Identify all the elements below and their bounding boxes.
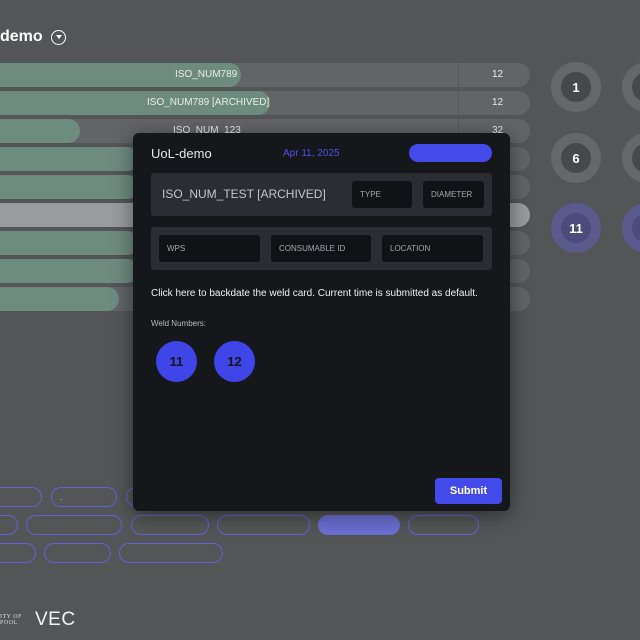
- iso-row-label: ISO_NUM789: [175, 69, 238, 80]
- iso-details-group: ISO_NUM_TEST [ARCHIVED] TYPE DIAMETER: [151, 173, 492, 216]
- weld-circle-number: 11: [561, 213, 591, 243]
- backdate-link[interactable]: Click here to backdate the weld card. Cu…: [151, 288, 478, 299]
- filter-pill[interactable]: [408, 515, 479, 535]
- iso-row[interactable]: ISO_NUM789 12: [0, 63, 530, 87]
- weld-details-group: WPS CONSUMABLE ID LOCATION: [151, 227, 492, 270]
- location-field[interactable]: LOCATION: [382, 235, 483, 262]
- wps-field[interactable]: WPS: [159, 235, 260, 262]
- weld-circle[interactable]: 11: [551, 203, 601, 253]
- iso-row-label: ISO_NUM789 [ARCHIVED]: [147, 97, 270, 108]
- vec-logo: VEC: [35, 609, 76, 630]
- header-action-button[interactable]: [409, 144, 492, 162]
- weld-card-modal: UoL-demo Apr 11, 2025 ISO_NUM_TEST [ARCH…: [133, 133, 510, 511]
- filter-pill[interactable]: [0, 543, 36, 563]
- weld-circle-inner: [632, 143, 640, 173]
- weld-circle[interactable]: [622, 62, 640, 112]
- progress-fill: [0, 231, 138, 255]
- filter-pill[interactable]: [0, 515, 18, 535]
- modal-title: UoL-demo: [151, 146, 212, 161]
- divider: [458, 63, 459, 87]
- weld-circle-number: 6: [561, 143, 591, 173]
- filter-pill[interactable]: [217, 515, 310, 535]
- consumable-id-field[interactable]: CONSUMABLE ID: [271, 235, 371, 262]
- project-title-row: demo: [0, 28, 66, 46]
- filter-pill[interactable]: [26, 515, 122, 535]
- weld-circle[interactable]: 6: [551, 133, 601, 183]
- filter-pill[interactable]: .: [51, 487, 117, 507]
- divider: [458, 91, 459, 115]
- iso-row-count: 12: [492, 69, 504, 80]
- weld-numbers-label: Weld Numbers:: [151, 319, 206, 328]
- submit-button[interactable]: Submit: [435, 478, 502, 504]
- type-placeholder: TYPE: [360, 190, 381, 199]
- progress-fill: [0, 119, 80, 143]
- weld-number-chip[interactable]: 12: [214, 341, 255, 382]
- weld-circle[interactable]: 1: [551, 62, 601, 112]
- diameter-field[interactable]: DIAMETER: [423, 181, 484, 208]
- progress-fill: [0, 259, 138, 283]
- weld-circle[interactable]: [622, 203, 640, 253]
- weld-circle-number: 1: [561, 72, 591, 102]
- location-placeholder: LOCATION: [390, 244, 431, 253]
- weld-circle[interactable]: [622, 133, 640, 183]
- progress-fill: [0, 287, 120, 311]
- filter-pill[interactable]: [0, 487, 42, 507]
- type-field[interactable]: TYPE: [352, 181, 412, 208]
- progress-fill: [0, 147, 138, 171]
- filter-pill[interactable]: [318, 515, 400, 535]
- modal-date: Apr 11, 2025: [283, 148, 340, 159]
- chevron-down-icon[interactable]: [50, 29, 66, 45]
- diameter-placeholder: DIAMETER: [431, 190, 473, 199]
- weld-circle-inner: [632, 213, 640, 243]
- weld-circle-inner: [632, 72, 640, 102]
- wps-placeholder: WPS: [167, 244, 186, 253]
- iso-row-count: 12: [492, 97, 504, 108]
- filter-pill[interactable]: [44, 543, 111, 563]
- university-logo: ITY OF POOL: [0, 614, 22, 626]
- university-logo-line2: POOL: [0, 620, 18, 626]
- project-title: demo: [0, 28, 43, 45]
- weld-number-chip[interactable]: 11: [156, 341, 197, 382]
- filter-pill[interactable]: [131, 515, 209, 535]
- filter-pill[interactable]: [119, 543, 223, 563]
- iso-row[interactable]: ISO_NUM789 [ARCHIVED] 12: [0, 91, 530, 115]
- iso-heading: ISO_NUM_TEST [ARCHIVED]: [162, 187, 326, 201]
- filter-pill-label: .: [60, 492, 63, 502]
- progress-fill: [0, 175, 138, 199]
- consumable-id-placeholder: CONSUMABLE ID: [279, 244, 346, 253]
